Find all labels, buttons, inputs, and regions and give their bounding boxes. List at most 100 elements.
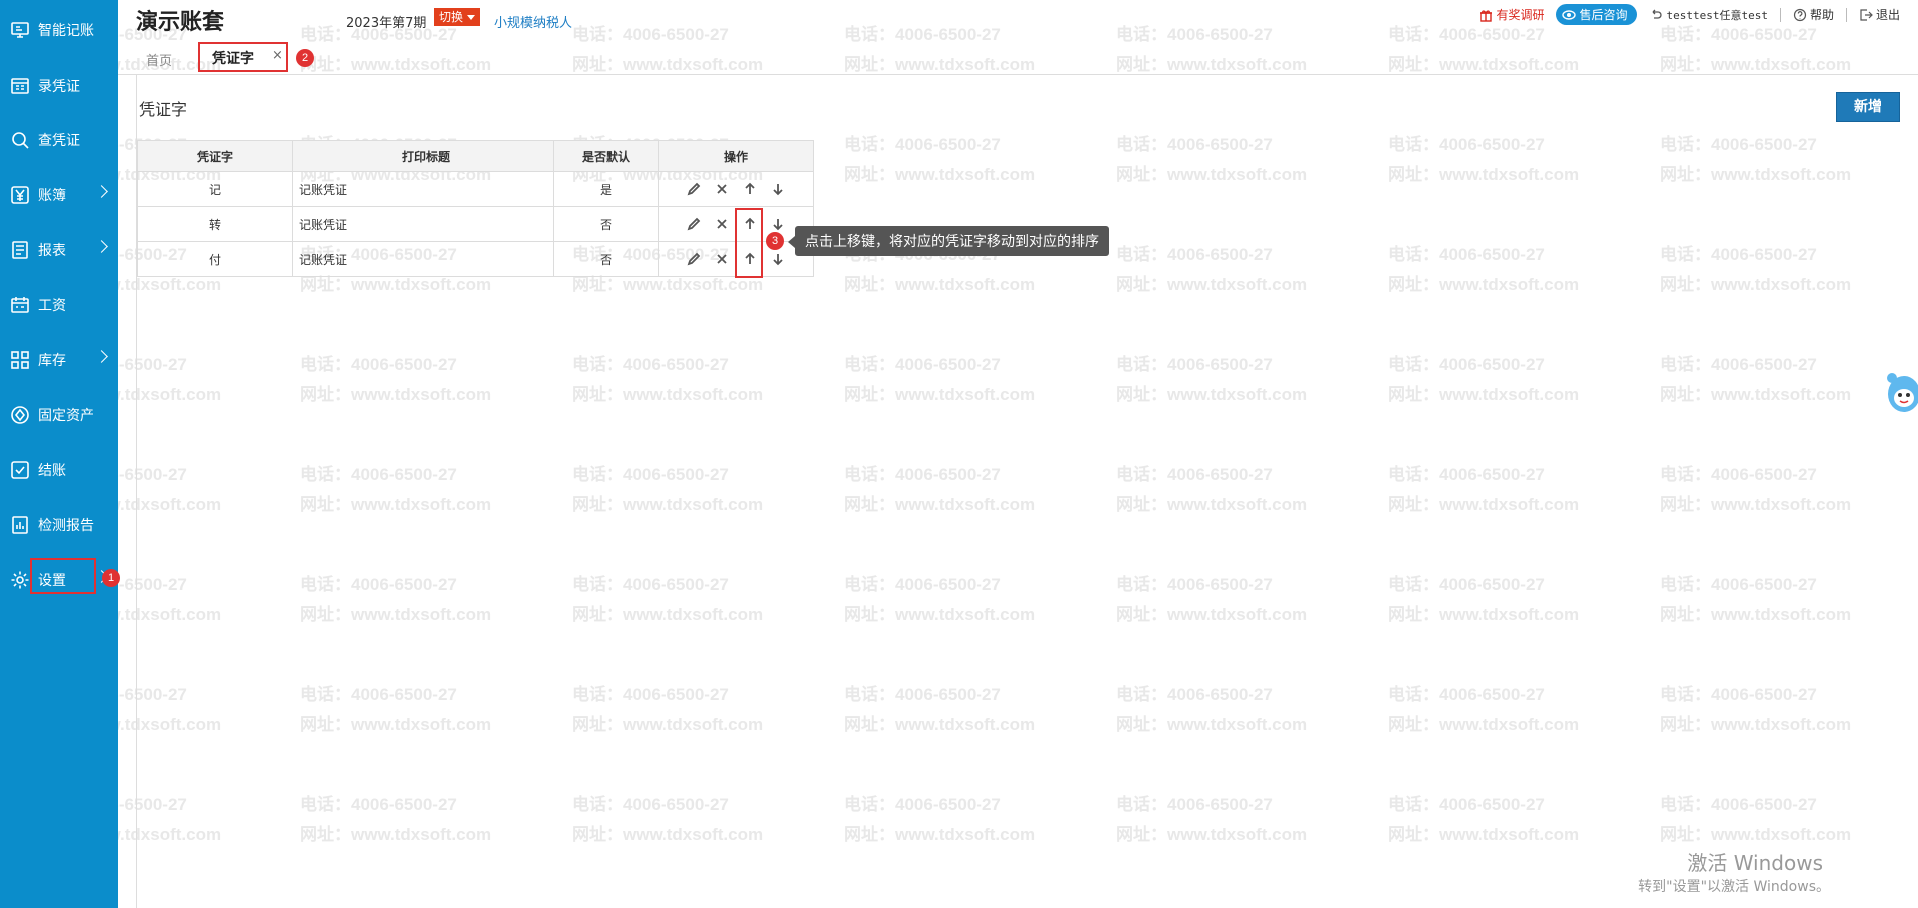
user-switch[interactable]: testtest任意test (1649, 7, 1768, 23)
taxpayer-type-link[interactable]: 小规模纳税人 (494, 12, 572, 31)
caret-down-icon (467, 15, 476, 20)
main-content: 凭证字 新增 凭证字 打印标题 是否默认 操作 记 记账凭证 是 转 记账凭证 … (136, 74, 1918, 908)
chevron-right-icon (95, 185, 108, 198)
yen-icon (10, 185, 30, 205)
sidebar: 智能记账 录凭证 查凭证 账簿 报表 工资 库存 固定资产 结账 检测报告 设置… (0, 0, 120, 908)
monitor-icon (10, 20, 30, 40)
delete-icon[interactable] (715, 252, 729, 266)
windows-activation-title: 激活 Windows (1687, 851, 1823, 875)
highlight-settings (30, 558, 96, 594)
sidebar-item-ledger[interactable]: 账簿 (0, 173, 118, 217)
sidebar-item-label: 查凭证 (38, 133, 80, 149)
after-sales-consult-button[interactable]: 售后咨询 (1556, 4, 1638, 25)
cell-voucher-word: 付 (137, 241, 293, 277)
highlight-tab (198, 42, 288, 72)
voucher-entry-icon (10, 76, 30, 96)
edit-icon[interactable] (687, 217, 701, 231)
undo-icon (1653, 9, 1663, 19)
sidebar-item-closing[interactable]: 结账 (0, 448, 118, 492)
cell-print-title: 记账凭证 (292, 171, 554, 207)
consult-label: 售后咨询 (1579, 8, 1628, 22)
page-title: 凭证字 (139, 100, 188, 119)
tab-home[interactable]: 首页 (146, 50, 172, 69)
cell-print-title: 记账凭证 (292, 241, 554, 277)
sidebar-item-payroll[interactable]: 工资 (0, 283, 118, 327)
table-row: 记 记账凭证 是 (137, 171, 814, 207)
delete-icon[interactable] (715, 182, 729, 196)
cell-is-default: 否 (553, 241, 659, 277)
help-label: 帮助 (1809, 8, 1834, 22)
edit-icon[interactable] (687, 252, 701, 266)
sidebar-item-label: 固定资产 (38, 408, 94, 424)
sidebar-item-inventory[interactable]: 库存 (0, 338, 118, 382)
check-icon (10, 460, 30, 480)
column-header: 打印标题 (292, 140, 554, 172)
sidebar-item-enter-voucher[interactable]: 录凭证 (0, 64, 118, 108)
table-row: 付 记账凭证 否 (137, 241, 814, 277)
gift-icon (1480, 9, 1493, 22)
report-icon (10, 240, 30, 260)
delete-icon[interactable] (715, 217, 729, 231)
table-header-row: 凭证字 打印标题 是否默认 操作 (137, 140, 814, 172)
accounting-period: 2023年第7期 (346, 16, 427, 31)
gear-icon (10, 570, 30, 590)
chevron-right-icon (95, 350, 108, 363)
column-header: 凭证字 (137, 140, 293, 172)
logout-icon (1860, 8, 1873, 21)
switch-button[interactable]: 切换 (434, 8, 481, 26)
sidebar-item-label: 智能记账 (38, 23, 94, 39)
user-name: testtest任意test (1666, 8, 1768, 22)
cell-is-default: 是 (553, 171, 659, 207)
logout-link[interactable]: 退出 (1859, 6, 1900, 23)
sidebar-item-label: 报表 (38, 243, 66, 259)
move-up-icon[interactable] (743, 182, 757, 196)
step-badge-2: 2 (296, 49, 314, 67)
move-down-icon[interactable] (771, 252, 785, 266)
add-button[interactable]: 新增 (1836, 92, 1900, 122)
assistant-mascot-icon[interactable] (1880, 368, 1918, 416)
asset-icon (10, 405, 30, 425)
survey-label: 有奖调研 (1496, 8, 1545, 22)
sidebar-item-reports[interactable]: 报表 (0, 228, 118, 272)
column-header: 操作 (658, 140, 814, 172)
switch-label: 切换 (439, 10, 464, 24)
step-badge-3: 3 (766, 232, 784, 250)
sidebar-item-smart-bookkeeping[interactable]: 智能记账 (0, 8, 118, 52)
windows-activation-hint: 转到"设置"以激活 Windows。 (1638, 879, 1830, 895)
calendar-icon (10, 295, 30, 315)
tab-bar: 首页 凭证字 × 2 (118, 38, 1918, 75)
sidebar-item-label: 库存 (38, 353, 66, 369)
search-icon (10, 130, 30, 150)
grid-icon (10, 350, 30, 370)
divider (1779, 7, 1781, 22)
move-down-icon[interactable] (771, 182, 785, 196)
guide-tooltip: 点击上移键，将对应的凭证字移动到对应的排序 (788, 226, 1109, 256)
sidebar-item-inspection-report[interactable]: 检测报告 (0, 503, 118, 547)
account-set-name: 演示账套 (136, 10, 225, 35)
cell-voucher-word: 记 (137, 171, 293, 207)
column-header: 是否默认 (553, 140, 659, 172)
sidebar-item-label: 工资 (38, 298, 66, 314)
sidebar-item-label: 检测报告 (38, 518, 94, 534)
cell-print-title: 记账凭证 (292, 206, 554, 242)
highlight-move-up (735, 208, 763, 278)
move-down-icon[interactable] (771, 217, 785, 231)
help-link[interactable]: 帮助 (1793, 6, 1834, 23)
edit-icon[interactable] (687, 182, 701, 196)
chart-icon (10, 515, 30, 535)
sidebar-item-label: 录凭证 (38, 79, 80, 95)
step-badge-1: 1 (102, 569, 120, 587)
eye-icon (1562, 9, 1577, 20)
help-icon (1793, 8, 1807, 21)
sidebar-item-query-voucher[interactable]: 查凭证 (0, 118, 118, 162)
survey-link[interactable]: 有奖调研 (1479, 6, 1544, 23)
voucher-word-table: 凭证字 打印标题 是否默认 操作 记 记账凭证 是 转 记账凭证 否 付 记账凭… (137, 140, 814, 277)
sidebar-item-label: 结账 (38, 463, 66, 479)
top-right-toolbar: 有奖调研 售后咨询 testtest任意test 帮助 退出 (1467, 4, 1900, 25)
cell-voucher-word: 转 (137, 206, 293, 242)
sidebar-item-label: 账簿 (38, 188, 66, 204)
top-bar: 演示账套 2023年第7期 切换 小规模纳税人 有奖调研 售后咨询 testte… (118, 0, 1918, 38)
logout-label: 退出 (1875, 8, 1900, 22)
sidebar-item-fixed-assets[interactable]: 固定资产 (0, 393, 118, 437)
cell-actions (658, 171, 814, 207)
